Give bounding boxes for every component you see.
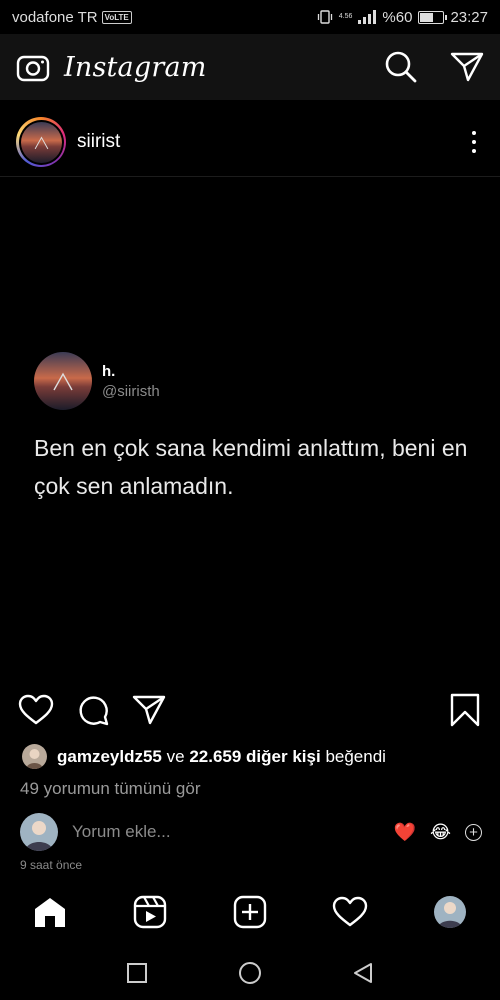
activity-icon[interactable] <box>325 887 375 937</box>
camera-icon[interactable] <box>16 52 50 82</box>
home-circle-icon[interactable] <box>238 961 262 985</box>
likes-connector: ve <box>166 746 185 766</box>
likes-others[interactable]: 22.659 diğer kişi <box>189 747 320 767</box>
like-icon[interactable] <box>18 694 54 726</box>
battery-level <box>420 12 433 22</box>
heart-emoji-reaction[interactable]: ❤️ <box>394 822 416 843</box>
tweet-avatar <box>34 352 92 410</box>
laughing-emoji-reaction[interactable]: 😂 <box>430 822 451 843</box>
carrier-name: vodafone TR <box>12 8 98 26</box>
battery-percent: %60 <box>382 8 413 26</box>
search-icon[interactable] <box>384 50 418 84</box>
tweet-display-name: h. <box>102 362 116 380</box>
status-left: vodafone TR VoLTE <box>12 9 132 26</box>
tweet-text: Ben en çok sana kendimi anlattım, beni e… <box>34 435 468 499</box>
comment-row: Yorum ekle... ❤️ 😂 + <box>20 812 482 852</box>
comment-icon[interactable] <box>76 693 110 727</box>
profile-avatar[interactable] <box>425 887 475 937</box>
app-header: Instagram <box>0 34 500 100</box>
network-speed: 4.56 <box>338 13 353 20</box>
tweet-names: h. @siiristh <box>102 363 160 400</box>
bottom-nav <box>0 885 500 939</box>
view-all-comments[interactable]: 49 yorumun tümünü gör <box>20 779 201 799</box>
tweet-header: h. @siiristh <box>34 352 160 410</box>
tweet-handle: @siiristh <box>102 382 160 400</box>
story-ring[interactable] <box>16 117 66 167</box>
new-post-icon[interactable] <box>225 887 275 937</box>
avatar <box>20 121 62 163</box>
direct-message-icon[interactable] <box>450 51 484 83</box>
reels-icon[interactable] <box>125 887 175 937</box>
bookmark-icon[interactable] <box>450 693 480 727</box>
liker-username[interactable]: gamzeyldz55 <box>57 747 162 767</box>
likes-summary[interactable]: gamzeyldz55 ve 22.659 diğer kişi beğendi <box>22 744 386 769</box>
instagram-logo: Instagram <box>64 51 207 83</box>
status-right: 4.56 %60 23:27 <box>317 9 488 26</box>
header-actions <box>384 50 484 84</box>
add-reaction-icon[interactable]: + <box>465 823 482 841</box>
back-icon[interactable] <box>352 962 374 984</box>
post-username[interactable]: siirist <box>77 131 120 153</box>
post-timestamp: 9 saat önce <box>20 858 83 872</box>
recent-apps-icon[interactable] <box>126 962 148 984</box>
share-icon[interactable] <box>132 694 166 726</box>
vibrate-icon <box>317 10 332 24</box>
post-actions <box>0 688 500 732</box>
signal-icon <box>358 10 377 24</box>
comment-input[interactable]: Yorum ekle... <box>72 822 171 842</box>
volte-badge: VoLTE <box>101 10 132 24</box>
own-avatar <box>20 813 58 851</box>
battery-icon <box>418 10 448 24</box>
clock: 23:27 <box>450 8 488 26</box>
quick-reactions: ❤️ 😂 + <box>394 822 482 843</box>
liker-avatar <box>22 744 47 769</box>
post-header: siirist <box>0 110 500 174</box>
system-navigation <box>0 945 500 1000</box>
likes-suffix: beğendi <box>325 746 386 766</box>
status-bar: vodafone TR VoLTE 4.56 %60 23:27 <box>0 0 500 34</box>
post-image[interactable]: h. @siiristh Ben en çok sana kendimi anl… <box>0 177 500 682</box>
more-options-icon[interactable] <box>464 127 484 157</box>
home-icon[interactable] <box>25 887 75 937</box>
